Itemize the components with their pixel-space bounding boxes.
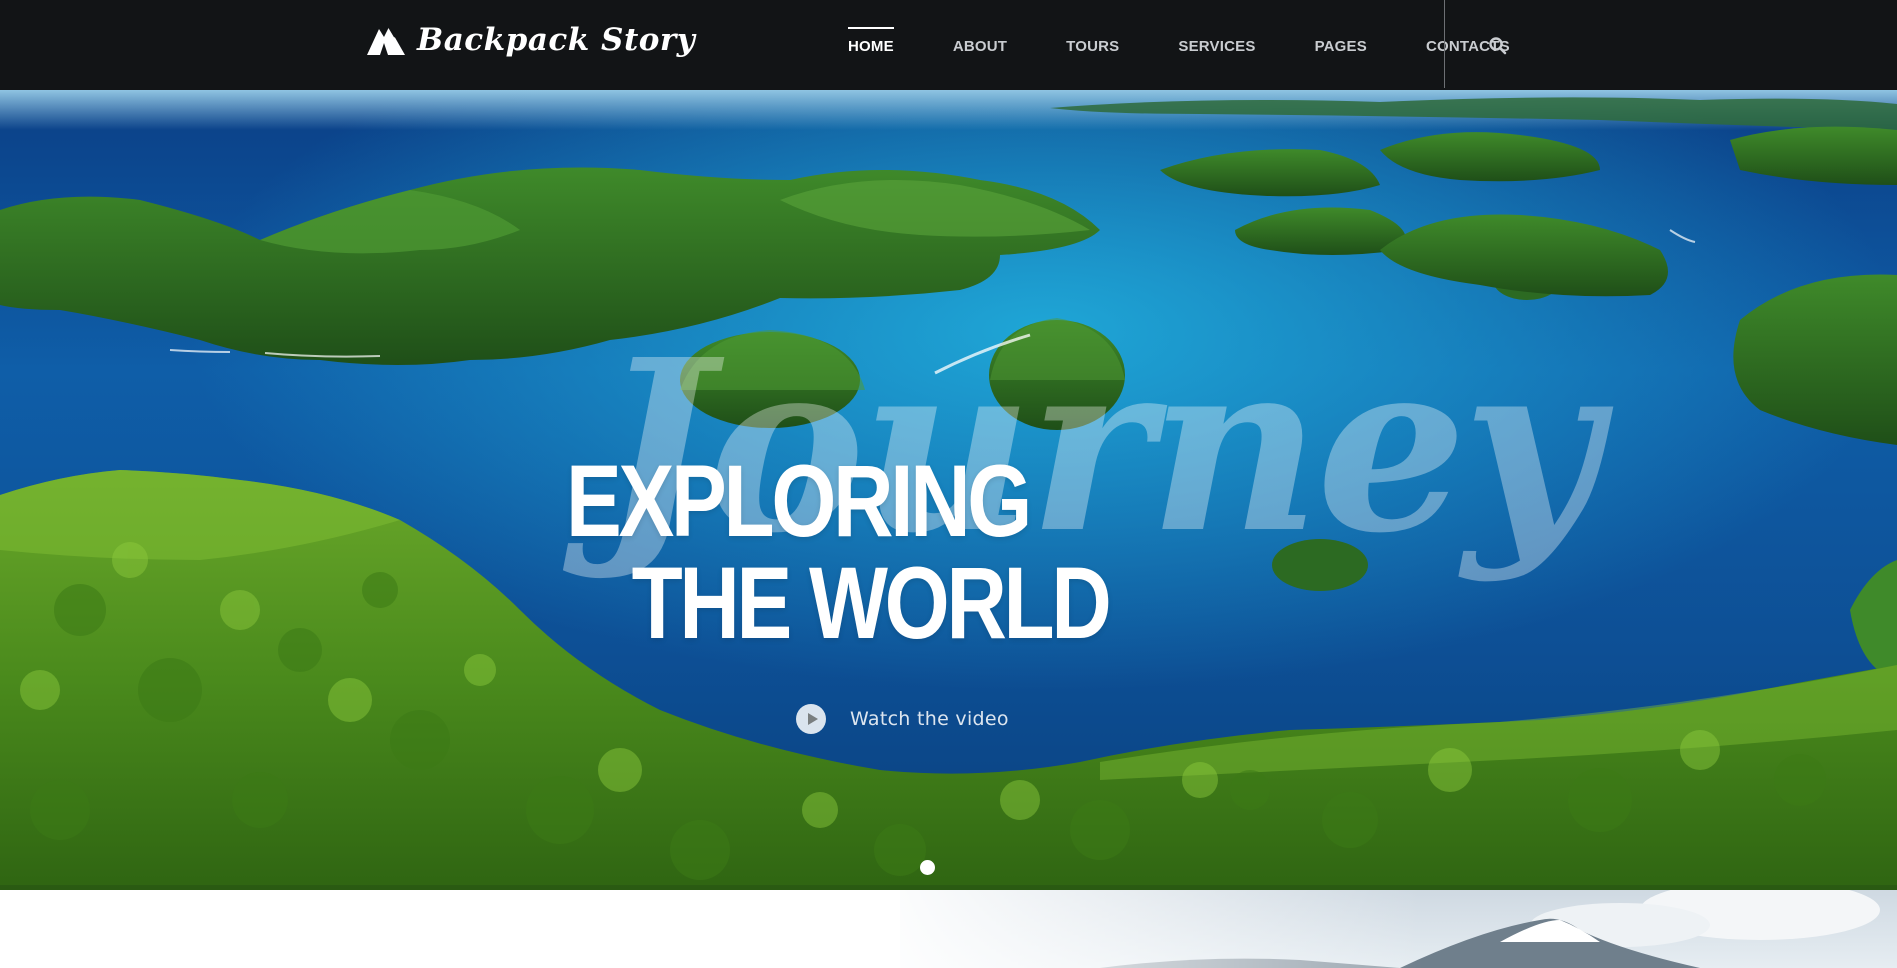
- play-icon[interactable]: [796, 704, 826, 734]
- next-section: [0, 890, 1897, 968]
- main-nav: HOME ABOUT TOURS SERVICES PAGES CONTACTS: [848, 0, 1510, 90]
- watch-video-link[interactable]: Watch the video: [796, 704, 1009, 734]
- hero-headline-line1: EXPLORING: [566, 444, 1032, 558]
- nav-item-services[interactable]: SERVICES: [1178, 36, 1255, 55]
- nav-item-home[interactable]: HOME: [848, 26, 894, 55]
- hero-headline-line2: THE WORLD: [631, 546, 1112, 660]
- hero-headline: EXPLORING THE WORLD: [566, 444, 1112, 660]
- mountain-image-peek: [0, 890, 1897, 968]
- site-header: Backpack Story HOME ABOUT TOURS SERVICES…: [0, 0, 1897, 90]
- nav-item-tours[interactable]: TOURS: [1066, 36, 1119, 55]
- logo-text: Backpack Story: [417, 22, 696, 58]
- slider-dot-active[interactable]: [920, 860, 935, 875]
- search-icon[interactable]: [1488, 36, 1508, 56]
- nav-item-about[interactable]: ABOUT: [953, 36, 1007, 55]
- watch-video-label: Watch the video: [850, 708, 1009, 730]
- mountain-logo-icon: [365, 23, 407, 57]
- hero-slider: Journey EXPLORING THE WORLD Watch the vi…: [0, 90, 1897, 890]
- site-logo[interactable]: Backpack Story: [365, 22, 695, 58]
- nav-item-pages[interactable]: PAGES: [1315, 36, 1367, 55]
- nav-divider: [1444, 0, 1445, 88]
